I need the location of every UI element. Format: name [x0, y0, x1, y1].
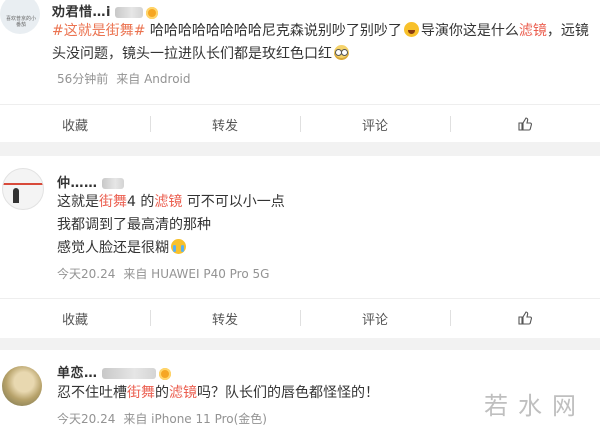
avatar-figure	[13, 188, 19, 203]
post-meta: 56分钟前 来自 Android	[57, 70, 191, 87]
username[interactable]: 仲……	[57, 172, 124, 191]
thumbs-up-icon	[518, 311, 532, 325]
post-source: 来自 HUAWEI P40 Pro 5G	[123, 267, 270, 281]
text-segment: 导演你这是什么	[420, 23, 519, 39]
username-text: 单恋…	[57, 366, 98, 381]
highlight-keyword[interactable]: 街舞	[127, 385, 155, 401]
like-button[interactable]	[450, 299, 600, 337]
repost-label: 转发	[211, 312, 238, 328]
highlight-keyword[interactable]: 街舞	[99, 194, 127, 210]
post-text: 这就是街舞4 的滤镜 可不可以小一点 我都调到了最高清的那种 感觉人脸还是很糊	[57, 191, 577, 260]
post-card-1: 喜欢普京的小番茄 劝君惜…i #这就是街舞# 哈哈哈哈哈哈哈哈尼克森说别吵了别吵…	[0, 0, 600, 142]
text-segment: 感觉人脸还是很糊	[57, 240, 169, 256]
post-time: 今天20.24	[57, 412, 116, 426]
username-text: 仲……	[57, 176, 98, 191]
text-segment: 忍不住吐槽	[57, 385, 127, 401]
crying-emoji-icon	[171, 239, 186, 254]
favorite-button[interactable]: 收藏	[0, 105, 150, 143]
post-text: #这就是街舞# 哈哈哈哈哈哈哈哈尼克森说别吵了别吵了 导演你这是什么滤镜，远镜头没…	[52, 20, 592, 66]
favorite-label: 收藏	[61, 118, 88, 134]
favorite-label: 收藏	[61, 312, 88, 328]
comment-label: 评论	[361, 312, 388, 328]
laughing-emoji-icon	[403, 22, 419, 37]
post-meta: 今天20.24 来自 iPhone 11 Pro(金色)	[57, 410, 267, 427]
repost-button[interactable]: 转发	[150, 299, 300, 337]
comment-button[interactable]: 评论	[300, 299, 450, 337]
thumbs-up-icon	[518, 117, 532, 131]
post-time: 56分钟前	[57, 72, 109, 86]
post-source: 来自 Android	[116, 72, 191, 86]
action-bar: 收藏 转发 评论	[0, 104, 600, 143]
text-segment: 这就是	[57, 194, 99, 210]
glasses-emoji-icon	[334, 45, 349, 60]
avatar[interactable]	[2, 366, 42, 406]
vip-badge-icon	[158, 367, 171, 380]
topic-link[interactable]: #这就是街舞#	[52, 23, 145, 39]
text-segment: 4 的	[127, 194, 155, 210]
username-blur	[101, 368, 156, 379]
username[interactable]: 单恋…	[57, 362, 171, 381]
highlight-keyword[interactable]: 滤镜	[519, 23, 547, 39]
vip-badge-icon	[145, 6, 158, 19]
username-text: 劝君惜…i	[52, 5, 111, 20]
favorite-button[interactable]: 收藏	[0, 299, 150, 337]
post-time: 今天20.24	[57, 267, 116, 281]
like-button[interactable]	[450, 105, 600, 143]
avatar[interactable]	[2, 168, 44, 210]
text-segment: 吗？队长们的唇色都怪怪的！	[197, 385, 379, 401]
post-card-3: 单恋… 忍不住吐槽街舞的滤镜吗？队长们的唇色都怪怪的！ 今天20.24 来自 iP…	[0, 350, 600, 431]
action-bar: 收藏 转发 评论	[0, 298, 600, 337]
post-card-2: 仲…… 这就是街舞4 的滤镜 可不可以小一点 我都调到了最高清的那种 感觉人脸还…	[0, 156, 600, 338]
repost-label: 转发	[211, 118, 238, 134]
repost-button[interactable]: 转发	[150, 105, 300, 143]
site-watermark: 若水网	[484, 392, 586, 420]
username-blur	[101, 178, 124, 189]
comment-label: 评论	[361, 118, 388, 134]
highlight-keyword[interactable]: 滤镜	[169, 385, 197, 401]
avatar[interactable]: 喜欢普京的小番茄	[0, 0, 40, 34]
post-source: 来自 iPhone 11 Pro(金色)	[123, 412, 267, 426]
username-blur	[114, 7, 143, 18]
highlight-keyword[interactable]: 滤镜	[154, 194, 182, 210]
text-segment: 可不可以小一点	[182, 194, 285, 210]
text-segment: 哈哈哈哈哈哈哈哈尼克森说别吵了别吵了	[145, 23, 402, 39]
post-meta: 今天20.24 来自 HUAWEI P40 Pro 5G	[57, 265, 269, 282]
avatar-line	[3, 183, 43, 185]
text-line: 这就是街舞4 的滤镜 可不可以小一点	[57, 191, 577, 214]
text-line: 感觉人脸还是很糊	[57, 237, 577, 260]
text-line: 我都调到了最高清的那种	[57, 217, 211, 233]
comment-button[interactable]: 评论	[300, 105, 450, 143]
text-segment: 的	[155, 385, 169, 401]
username[interactable]: 劝君惜…i	[52, 1, 158, 20]
avatar-caption: 喜欢普京的小番茄	[5, 16, 36, 28]
